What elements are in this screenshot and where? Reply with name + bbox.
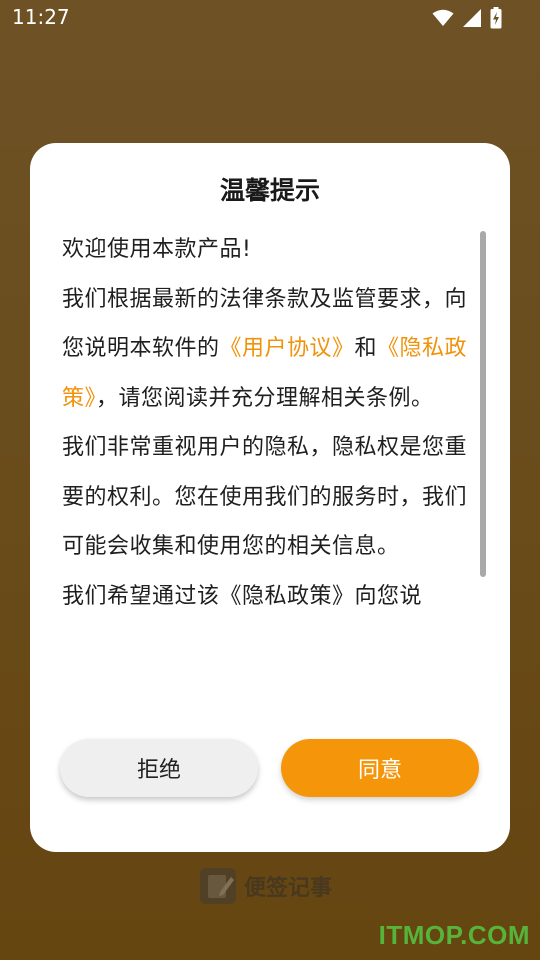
battery-charging-icon <box>490 7 502 29</box>
dialog-body[interactable]: 欢迎使用本款产品! 我们根据最新的法律条款及监管要求，向您说明本软件的《用户协议… <box>62 225 474 745</box>
legal-paragraph: 我们根据最新的法律条款及监管要求，向您说明本软件的《用户协议》和《隐私政策》，请… <box>62 275 474 424</box>
reject-button[interactable]: 拒绝 <box>60 739 258 797</box>
dialog-body-text: 欢迎使用本款产品! 我们根据最新的法律条款及监管要求，向您说明本软件的《用户协议… <box>62 225 474 621</box>
status-icons <box>432 7 502 29</box>
scrollbar[interactable] <box>480 231 486 577</box>
status-bar: 11:27 <box>0 0 540 36</box>
user-agreement-link[interactable]: 《用户协议》 <box>220 336 355 361</box>
app-name: 便签记事 <box>244 876 333 901</box>
privacy-dialog: 温馨提示 欢迎使用本款产品! 我们根据最新的法律条款及监管要求，向您说明本软件的… <box>30 143 510 852</box>
privacy-policy-intro-paragraph: 我们希望通过该《隐私政策》向您说 <box>62 583 423 609</box>
privacy-importance-paragraph: 我们非常重视用户的隐私，隐私权是您重要的权利。您在使用我们的服务时，我们可能会收… <box>62 435 468 559</box>
signal-icon <box>462 8 482 28</box>
wifi-icon <box>432 9 454 27</box>
watermark: ITMOP.COM <box>378 920 530 950</box>
app-brand: 便签记事 <box>200 868 332 904</box>
legal-text-mid: 和 <box>354 336 378 361</box>
welcome-line: 欢迎使用本款产品! <box>62 237 252 262</box>
agree-button[interactable]: 同意 <box>281 739 479 797</box>
notepad-icon <box>200 868 236 904</box>
status-time: 11:27 <box>12 5 70 29</box>
legal-text-post: ，请您阅读并充分理解相关条例。 <box>96 385 434 411</box>
dialog-title: 温馨提示 <box>219 176 320 205</box>
